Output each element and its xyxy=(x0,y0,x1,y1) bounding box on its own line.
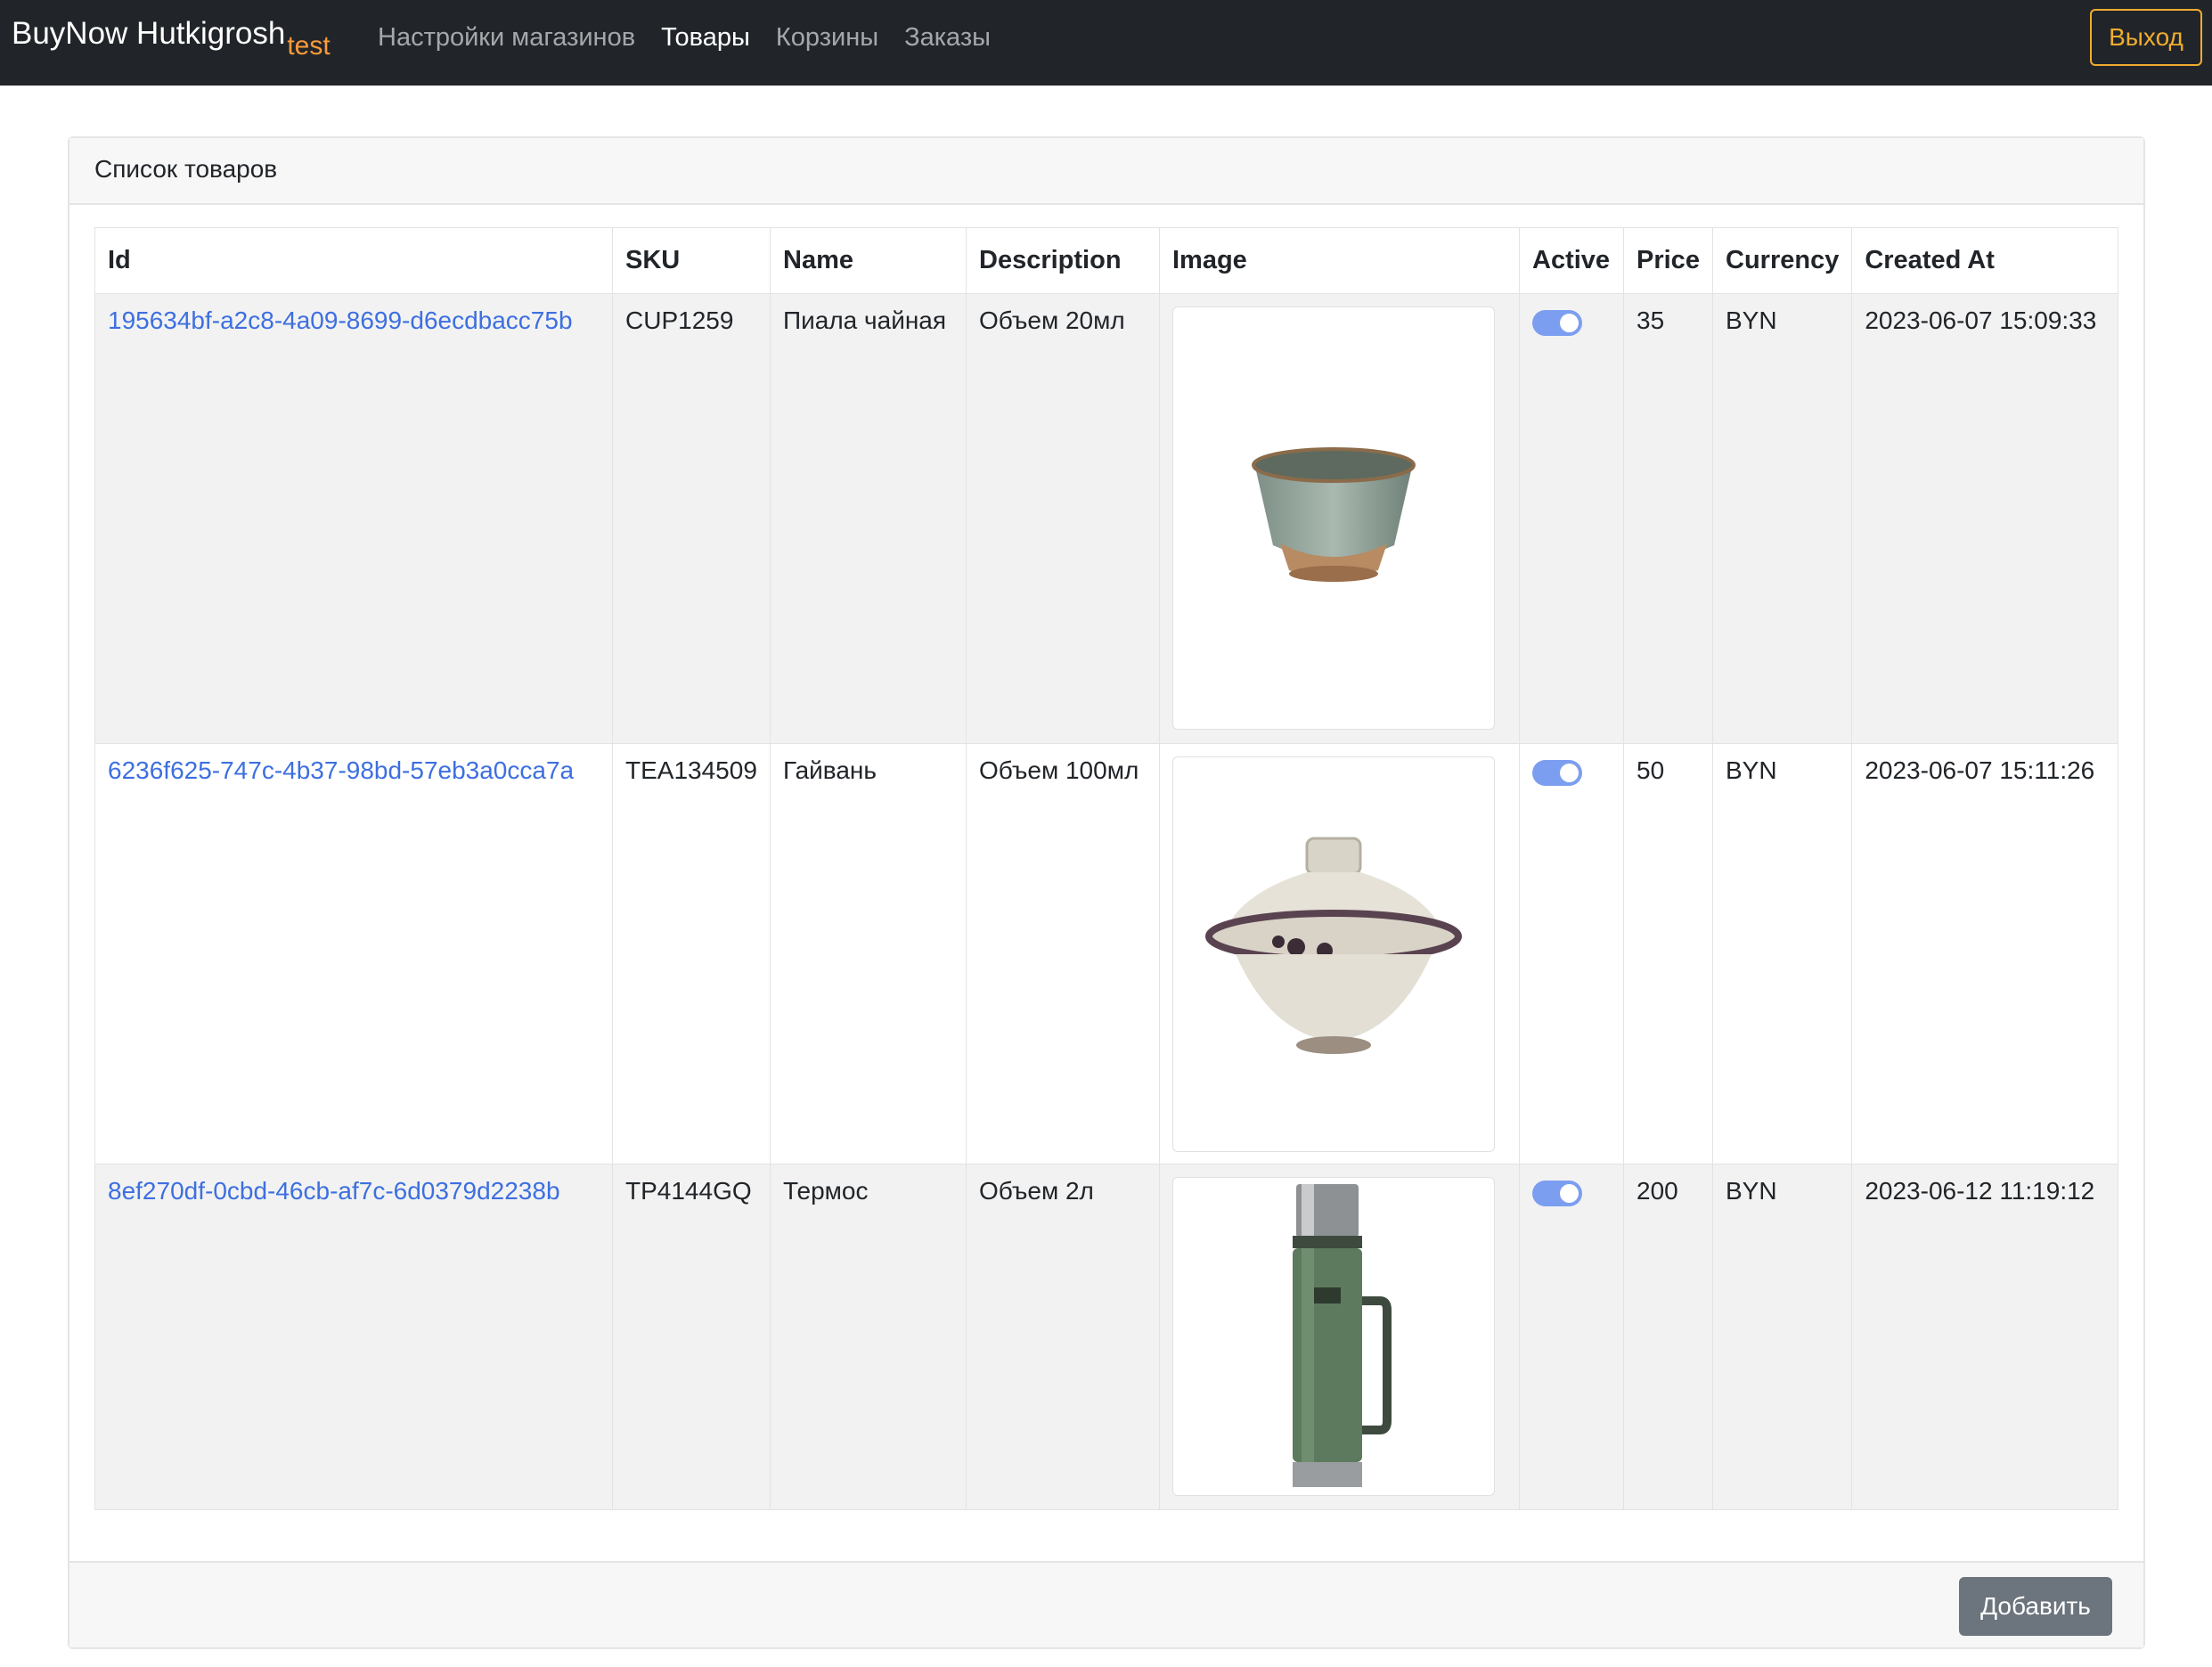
cell-active xyxy=(1519,293,1624,744)
product-image-gaiwan xyxy=(1172,756,1495,1152)
product-description: Объем 100мл xyxy=(979,756,1139,784)
products-table: Id SKU Name Description Image Active Pri… xyxy=(94,227,2119,1510)
table-row: 6236f625-747c-4b37-98bd-57eb3a0cca7a TEA… xyxy=(94,743,2119,1164)
active-toggle[interactable] xyxy=(1532,310,1582,336)
cell-currency: BYN xyxy=(1711,1164,1853,1510)
nav-link-shop-settings[interactable]: Настройки магазинов xyxy=(378,23,635,53)
cell-name: Пиала чайная xyxy=(770,293,967,744)
product-name: Гайвань xyxy=(783,756,877,784)
product-id-link[interactable]: 195634bf-a2c8-4a09-8699-d6ecdbacc75b xyxy=(108,306,573,334)
cell-active xyxy=(1519,1164,1624,1510)
column-header-image: Image xyxy=(1159,227,1520,294)
column-header-sku: SKU xyxy=(612,227,771,294)
cell-description: Объем 100мл xyxy=(966,743,1160,1164)
cell-id: 8ef270df-0cbd-46cb-af7c-6d0379d2238b xyxy=(94,1164,613,1510)
column-header-active: Active xyxy=(1519,227,1624,294)
brand-name: BuyNow Hutkigrosh xyxy=(12,16,286,51)
cell-image xyxy=(1159,743,1520,1164)
cell-description: Объем 20мл xyxy=(966,293,1160,744)
card-header: Список товаров xyxy=(69,138,2143,205)
product-name: Пиала чайная xyxy=(783,306,947,334)
column-header-price: Price xyxy=(1623,227,1713,294)
active-toggle[interactable] xyxy=(1532,760,1582,786)
tea-cup-image xyxy=(1252,446,1416,582)
gaiwan-image xyxy=(1205,837,1462,1054)
nav-link-carts[interactable]: Корзины xyxy=(776,23,878,53)
cell-created-at: 2023-06-12 11:19:12 xyxy=(1851,1164,2119,1510)
product-price: 50 xyxy=(1637,756,1665,784)
thermos-image xyxy=(1293,1184,1392,1487)
product-price: 35 xyxy=(1637,306,1665,334)
logout-button[interactable]: Выход xyxy=(2090,9,2202,66)
column-header-created-at: Created At xyxy=(1851,227,2119,294)
product-currency: BYN xyxy=(1726,756,1777,784)
product-sku: CUP1259 xyxy=(625,306,734,334)
product-image-thermos xyxy=(1172,1177,1495,1496)
cell-name: Термос xyxy=(770,1164,967,1510)
product-id-link[interactable]: 6236f625-747c-4b37-98bd-57eb3a0cca7a xyxy=(108,756,574,784)
nav-link-orders[interactable]: Заказы xyxy=(904,23,991,53)
product-sku: TP4144GQ xyxy=(625,1177,752,1205)
product-price: 200 xyxy=(1637,1177,1678,1205)
cell-currency: BYN xyxy=(1711,743,1853,1164)
product-description: Объем 2л xyxy=(979,1177,1094,1205)
cell-price: 35 xyxy=(1623,293,1713,744)
top-navbar: BuyNow Hutkigroshtest Настройки магазино… xyxy=(0,0,2212,86)
product-currency: BYN xyxy=(1726,1177,1777,1205)
product-name: Термос xyxy=(783,1177,869,1205)
column-header-name: Name xyxy=(770,227,967,294)
brand-logo[interactable]: BuyNow Hutkigroshtest xyxy=(12,16,331,61)
column-header-id: Id xyxy=(94,227,613,294)
cell-active xyxy=(1519,743,1624,1164)
product-description: Объем 20мл xyxy=(979,306,1125,334)
cell-sku: TP4144GQ xyxy=(612,1164,771,1510)
product-created-at: 2023-06-12 11:19:12 xyxy=(1865,1177,2095,1205)
cell-currency: BYN xyxy=(1711,293,1853,744)
card-footer: Добавить xyxy=(69,1561,2143,1647)
product-id-link[interactable]: 8ef270df-0cbd-46cb-af7c-6d0379d2238b xyxy=(108,1177,560,1205)
add-product-button[interactable]: Добавить xyxy=(1959,1577,2112,1636)
cell-created-at: 2023-06-07 15:11:26 xyxy=(1851,743,2119,1164)
cell-description: Объем 2л xyxy=(966,1164,1160,1510)
active-toggle[interactable] xyxy=(1532,1181,1582,1206)
cell-price: 50 xyxy=(1623,743,1713,1164)
cell-sku: TEA134509 xyxy=(612,743,771,1164)
brand-env-label: test xyxy=(287,31,331,61)
product-created-at: 2023-06-07 15:11:26 xyxy=(1865,756,2095,784)
table-row: 8ef270df-0cbd-46cb-af7c-6d0379d2238b TP4… xyxy=(94,1164,2119,1510)
cell-sku: CUP1259 xyxy=(612,293,771,744)
table-row: 195634bf-a2c8-4a09-8699-d6ecdbacc75b CUP… xyxy=(94,293,2119,744)
nav-link-products[interactable]: Товары xyxy=(661,23,750,53)
main-nav: Настройки магазинов Товары Корзины Заказ… xyxy=(378,23,991,53)
cell-image xyxy=(1159,1164,1520,1510)
cell-image xyxy=(1159,293,1520,744)
cell-price: 200 xyxy=(1623,1164,1713,1510)
product-image-tea-cup xyxy=(1172,306,1495,730)
product-currency: BYN xyxy=(1726,306,1777,334)
cell-id: 195634bf-a2c8-4a09-8699-d6ecdbacc75b xyxy=(94,293,613,744)
cell-created-at: 2023-06-07 15:09:33 xyxy=(1851,293,2119,744)
cell-name: Гайвань xyxy=(770,743,967,1164)
cell-id: 6236f625-747c-4b37-98bd-57eb3a0cca7a xyxy=(94,743,613,1164)
product-created-at: 2023-06-07 15:09:33 xyxy=(1865,306,2097,334)
column-header-description: Description xyxy=(966,227,1160,294)
card-title: Список товаров xyxy=(94,155,278,183)
product-sku: TEA134509 xyxy=(625,756,757,784)
column-header-currency: Currency xyxy=(1711,227,1853,294)
table-header-row: Id SKU Name Description Image Active Pri… xyxy=(94,227,2119,294)
